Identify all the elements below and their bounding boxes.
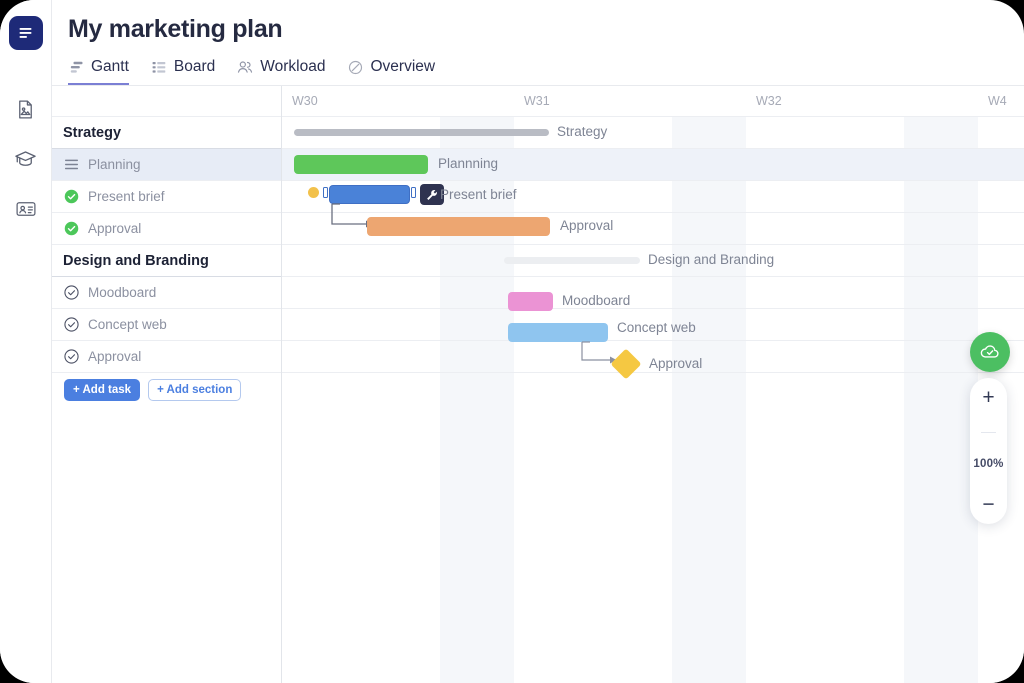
task-status-dot-icon[interactable]	[308, 187, 319, 198]
tab-workload[interactable]: Workload	[237, 58, 325, 85]
page-header: My marketing plan Gantt Board Workload O…	[52, 0, 1024, 85]
task-label: Design and Branding	[63, 252, 209, 269]
zoom-out-button[interactable]: −	[982, 494, 994, 515]
gantt-bar-label: Approval	[649, 356, 703, 371]
task-label: Approval	[88, 221, 142, 236]
gantt-bar-label: Approval	[560, 218, 614, 233]
week-label-w4: W4	[988, 94, 1007, 108]
check-circle-outline-icon[interactable]	[64, 317, 79, 332]
drag-handle-icon[interactable]	[64, 157, 79, 172]
task-label: Present brief	[88, 189, 165, 204]
gantt-bar-moodboard[interactable]	[508, 292, 553, 311]
add-task-button[interactable]: + Add task	[64, 379, 141, 401]
overview-icon	[347, 59, 363, 75]
task-label: Strategy	[63, 124, 122, 141]
task-label: Planning	[88, 157, 141, 172]
weekend-band	[904, 117, 978, 683]
week-label-w30: W30	[292, 94, 318, 108]
main-area: My marketing plan Gantt Board Workload O…	[52, 0, 1024, 683]
zoom-in-button[interactable]: +	[982, 387, 994, 408]
gantt-bar-strategy[interactable]	[294, 129, 549, 136]
divider	[981, 432, 996, 434]
page-title: My marketing plan	[68, 15, 283, 43]
save-cloud-button[interactable]	[970, 332, 1010, 372]
gantt-bar-present-brief[interactable]	[329, 185, 410, 204]
check-circle-filled-icon[interactable]	[64, 221, 79, 236]
gantt-bar-planning[interactable]	[294, 155, 428, 174]
task-group-design-and-branding[interactable]: Design and Branding	[52, 245, 281, 277]
gantt-bar-design-and-branding[interactable]	[504, 257, 640, 264]
tab-bar: Gantt Board Workload Overview	[66, 58, 1024, 85]
tab-board[interactable]: Board	[151, 58, 215, 85]
task-row-moodboard[interactable]: Moodboard	[52, 277, 281, 309]
tab-label: Gantt	[91, 58, 129, 75]
zoom-level-label: 100%	[973, 457, 1004, 470]
gantt-bar-approval-strategy[interactable]	[367, 217, 550, 236]
tab-gantt[interactable]: Gantt	[68, 58, 129, 85]
week-label-w31: W31	[524, 94, 550, 108]
check-circle-outline-icon[interactable]	[64, 349, 79, 364]
task-row-approval-strategy[interactable]: Approval	[52, 213, 281, 245]
task-group-strategy[interactable]: Strategy	[52, 117, 281, 149]
tab-label: Workload	[260, 58, 326, 75]
gantt-icon	[68, 59, 84, 75]
gantt-bar-label: Concept web	[617, 320, 696, 335]
graduation-cap-icon[interactable]	[9, 142, 43, 176]
content-area: Strategy Planning Present brief Approval…	[52, 85, 1024, 683]
gantt-bar-label: Design and Branding	[648, 252, 775, 267]
task-list-panel: Strategy Planning Present brief Approval…	[52, 86, 282, 683]
check-circle-outline-icon[interactable]	[64, 285, 79, 300]
bar-resize-handle-right[interactable]	[411, 187, 416, 198]
app-window: My marketing plan Gantt Board Workload O…	[0, 0, 1024, 683]
id-card-icon[interactable]	[9, 192, 43, 226]
gantt-timeline-header: W30 W31 W32 W4	[282, 86, 1024, 117]
task-row-planning[interactable]: Planning	[52, 149, 281, 181]
people-icon	[237, 59, 253, 75]
bar-resize-handle-left[interactable]	[323, 187, 328, 198]
task-label: Moodboard	[88, 285, 157, 300]
add-buttons-bar: + Add task + Add section	[52, 373, 281, 401]
tab-label: Overview	[370, 58, 436, 75]
task-label: Concept web	[88, 317, 167, 332]
weekend-band	[672, 117, 746, 683]
task-list-header	[52, 86, 281, 117]
zoom-control: + 100% −	[970, 378, 1007, 524]
add-section-button[interactable]: + Add section	[148, 379, 242, 401]
task-label: Approval	[88, 349, 142, 364]
gantt-bar-label: Plannning	[438, 156, 499, 171]
board-icon	[151, 59, 167, 75]
gantt-bar-label: Moodboard	[562, 293, 631, 308]
week-label-w32: W32	[756, 94, 782, 108]
document-image-icon[interactable]	[9, 92, 43, 126]
task-row-present-brief[interactable]: Present brief	[52, 181, 281, 213]
task-row-approval-design[interactable]: Approval	[52, 341, 281, 373]
gantt-bar-label: Present brief	[440, 187, 517, 202]
tab-overview[interactable]: Overview	[347, 58, 435, 85]
gantt-chart[interactable]: W30 W31 W32 W4 Strategy Plannning Presen…	[282, 86, 1024, 683]
app-logo-icon[interactable]	[8, 16, 43, 50]
gantt-bar-label: Strategy	[557, 124, 608, 139]
icon-rail	[0, 0, 52, 683]
gantt-bar-concept-web[interactable]	[508, 323, 608, 342]
check-circle-filled-icon[interactable]	[64, 189, 79, 204]
gantt-grid: Strategy Plannning Present brief Approva…	[282, 117, 1024, 683]
task-row-concept-web[interactable]: Concept web	[52, 309, 281, 341]
tab-label: Board	[173, 58, 216, 75]
